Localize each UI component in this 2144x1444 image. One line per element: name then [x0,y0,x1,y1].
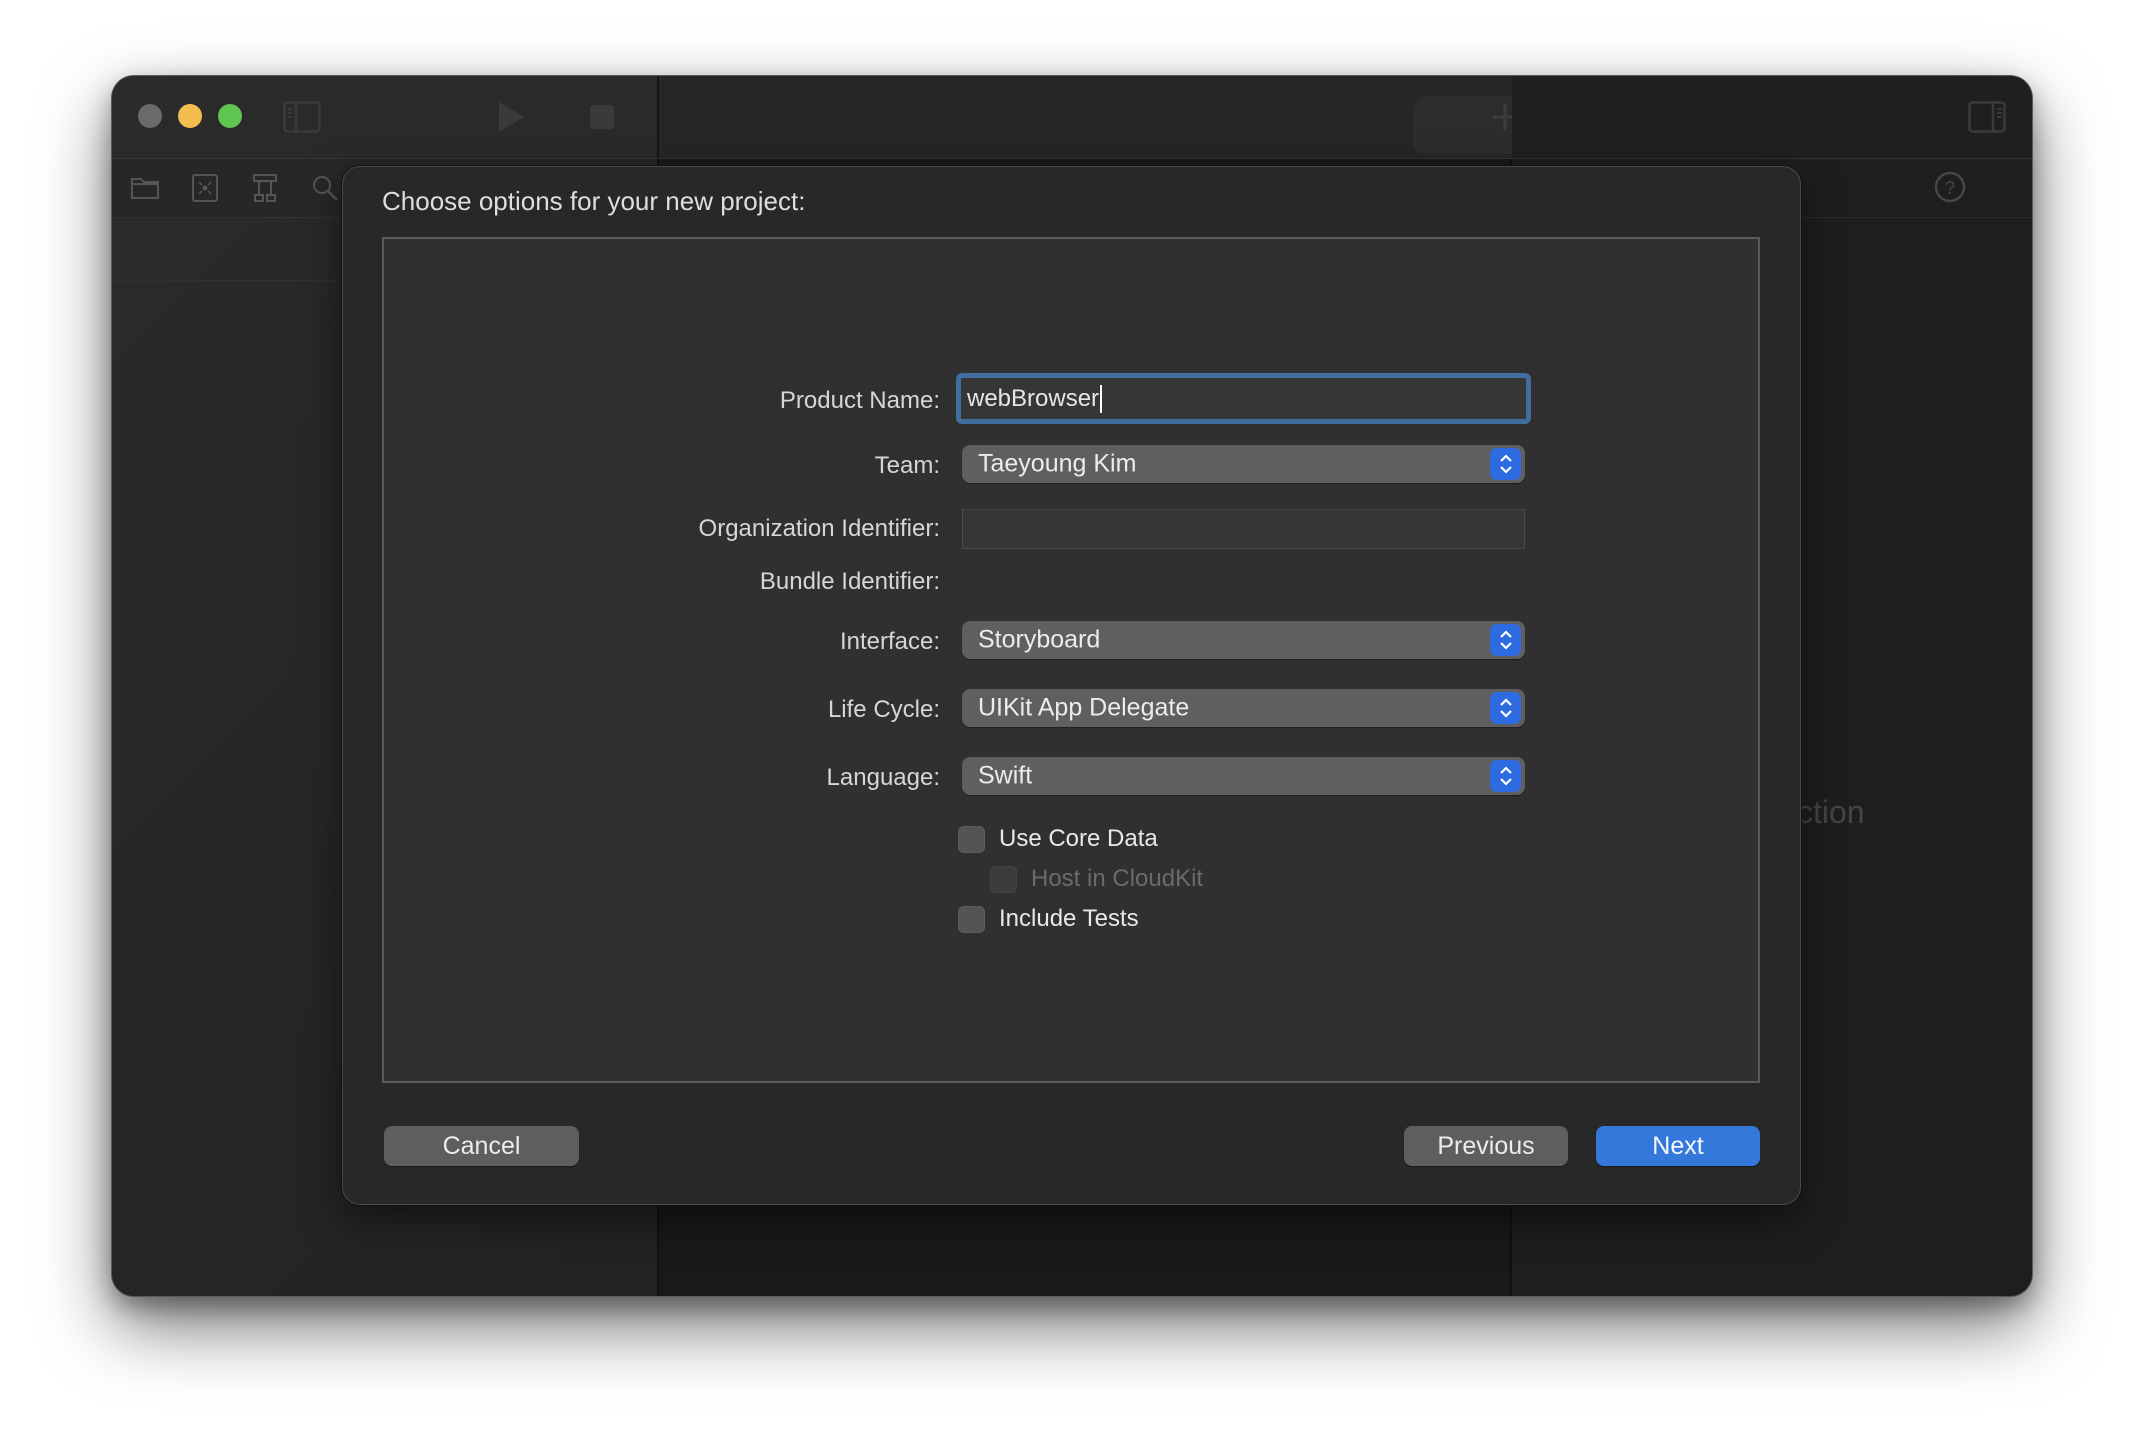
inspector-toggle-icon[interactable] [1968,101,2006,133]
life-cycle-label: Life Cycle: [827,696,940,723]
stop-icon[interactable] [590,105,614,129]
options-panel: Product Name: webBrowser Team: Taeyoung … [382,237,1760,1083]
svg-text:?: ? [1945,178,1955,198]
previous-button[interactable]: Previous [1404,1126,1568,1166]
product-name-value: webBrowser [967,384,1100,412]
sidebar-toggle-icon[interactable] [283,101,321,133]
interface-value: Storyboard [978,625,1101,654]
organization-identifier-input[interactable] [962,509,1525,549]
cancel-button[interactable]: Cancel [384,1126,579,1166]
bundle-identifier-label: Bundle Identifier: [759,568,940,595]
search-icon[interactable] [310,173,340,203]
product-name-label: Product Name: [779,387,940,414]
product-name-input[interactable]: webBrowser [956,373,1531,424]
checkbox-box [990,865,1017,893]
play-icon[interactable] [496,100,526,134]
close-button[interactable] [138,104,162,128]
sheet-title: Choose options for your new project: [382,186,806,216]
no-selection-text: ction [1797,794,1865,830]
checkbox-box[interactable] [958,825,985,853]
life-cycle-popup[interactable]: UIKit App Delegate [962,689,1525,727]
text-caret [1100,384,1103,413]
hierarchy-icon[interactable] [250,173,280,203]
toolbar-right [1512,76,2032,158]
interface-popup[interactable]: Storyboard [962,621,1525,659]
host-in-cloudkit-checkbox: Host in CloudKit [990,865,1203,893]
popup-stepper-icon [1490,448,1521,480]
include-tests-checkbox[interactable]: Include Tests [958,905,1139,933]
language-popup[interactable]: Swift [962,757,1525,795]
life-cycle-value: UIKit App Delegate [978,693,1190,722]
zoom-button[interactable] [218,104,242,128]
interface-label: Interface: [839,628,940,655]
language-value: Swift [978,761,1033,790]
use-core-data-checkbox[interactable]: Use Core Data [958,825,1158,853]
language-label: Language: [826,764,940,791]
help-icon[interactable]: ? [1933,170,1967,204]
popup-stepper-icon [1490,624,1521,656]
checkbox-label: Host in CloudKit [1031,865,1204,892]
popup-stepper-icon [1490,692,1521,724]
team-popup[interactable]: Taeyoung Kim [962,445,1525,483]
source-control-icon[interactable] [190,173,220,203]
checkbox-label: Include Tests [999,905,1139,932]
minimize-button[interactable] [178,104,202,128]
next-button[interactable]: Next [1596,1126,1760,1166]
popup-stepper-icon [1490,760,1521,792]
toolbar [112,76,2032,159]
team-value: Taeyoung Kim [978,449,1137,478]
toolbar-center [657,76,1883,158]
folder-icon[interactable] [130,173,160,203]
xcode-window: ? ction Choose options for your new proj… [112,76,2032,1296]
checkbox-label: Use Core Data [999,825,1158,852]
checkbox-box[interactable] [958,905,985,933]
new-project-options-sheet: Choose options for your new project: Pro… [342,166,1801,1205]
team-label: Team: [874,452,940,479]
organization-identifier-label: Organization Identifier: [698,515,940,542]
